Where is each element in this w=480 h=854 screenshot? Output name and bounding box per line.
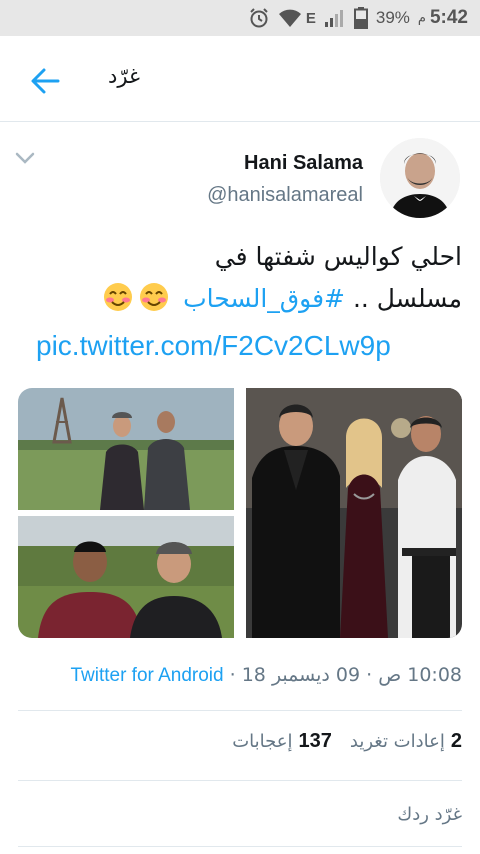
arrow-left-icon: [31, 68, 60, 94]
tweet-detail: Hani Salama @hanisalamareal احلي كواليس …: [0, 124, 480, 854]
smiling-face-icon: [103, 282, 133, 312]
status-ampm: م: [417, 10, 426, 26]
tweet-text-prefix: مسلسل ..: [345, 284, 462, 313]
user-handle[interactable]: @hanisalamareal: [207, 184, 363, 207]
app-header: غرّد: [0, 36, 480, 122]
hashtag-link[interactable]: #فوق_السحاب: [183, 284, 345, 313]
tweet-meta: 10:08 ص · 09 ديسمبر 18 · Twitter for And…: [70, 664, 462, 687]
media-grid: [18, 388, 462, 638]
wifi-icon: [278, 8, 302, 28]
page-title: غرّد: [108, 64, 140, 88]
tweet-time: 10:08 ص: [378, 664, 462, 686]
tweet-text-line1: احلي كواليس شفتها في: [214, 242, 462, 271]
status-bar: E 39% م 5:42: [0, 0, 480, 36]
media-photo-2[interactable]: [18, 388, 234, 510]
battery-percent: 39%: [375, 8, 410, 27]
avatar[interactable]: [380, 138, 460, 218]
tweet-text: احلي كواليس شفتها في مسلسل .. #فوق_السحا…: [12, 236, 462, 320]
like-count: 137: [298, 730, 332, 752]
tweet-media-link[interactable]: pic.twitter.com/F2Cv2CLw9p: [36, 330, 391, 362]
retweet-count: 2: [450, 730, 462, 752]
retweets-stat[interactable]: 2إعادات تغريد: [350, 730, 462, 753]
reply-input[interactable]: غرّد ردك: [397, 804, 462, 825]
tweet-source-link[interactable]: Twitter for Android: [70, 665, 223, 686]
like-label: إعجابات: [232, 731, 293, 752]
chevron-down-icon[interactable]: [14, 150, 36, 166]
retweet-label: إعادات تغريد: [349, 731, 445, 752]
meta-separator: ·: [366, 664, 373, 686]
back-button[interactable]: [28, 64, 62, 98]
network-type: E: [305, 9, 316, 27]
smiling-face-icon: [139, 282, 169, 312]
tweet-stats: 2إعادات تغريد 137إعجابات: [232, 730, 462, 753]
tweet-date: 09 ديسمبر 18: [241, 664, 361, 686]
status-time: 5:42: [429, 7, 468, 28]
tweet-text-line2: مسلسل .. #فوق_السحاب: [12, 278, 462, 320]
alarm-icon: [248, 7, 270, 29]
divider: [18, 780, 462, 781]
media-photo-1[interactable]: [246, 388, 462, 638]
battery-icon: [353, 7, 368, 29]
likes-stat[interactable]: 137إعجابات: [232, 730, 332, 753]
media-photo-3[interactable]: [18, 516, 234, 638]
user-name[interactable]: Hani Salama: [244, 152, 363, 175]
signal-icon: [324, 8, 346, 28]
divider: [18, 846, 462, 847]
meta-separator: ·: [229, 664, 236, 686]
divider: [18, 710, 462, 711]
